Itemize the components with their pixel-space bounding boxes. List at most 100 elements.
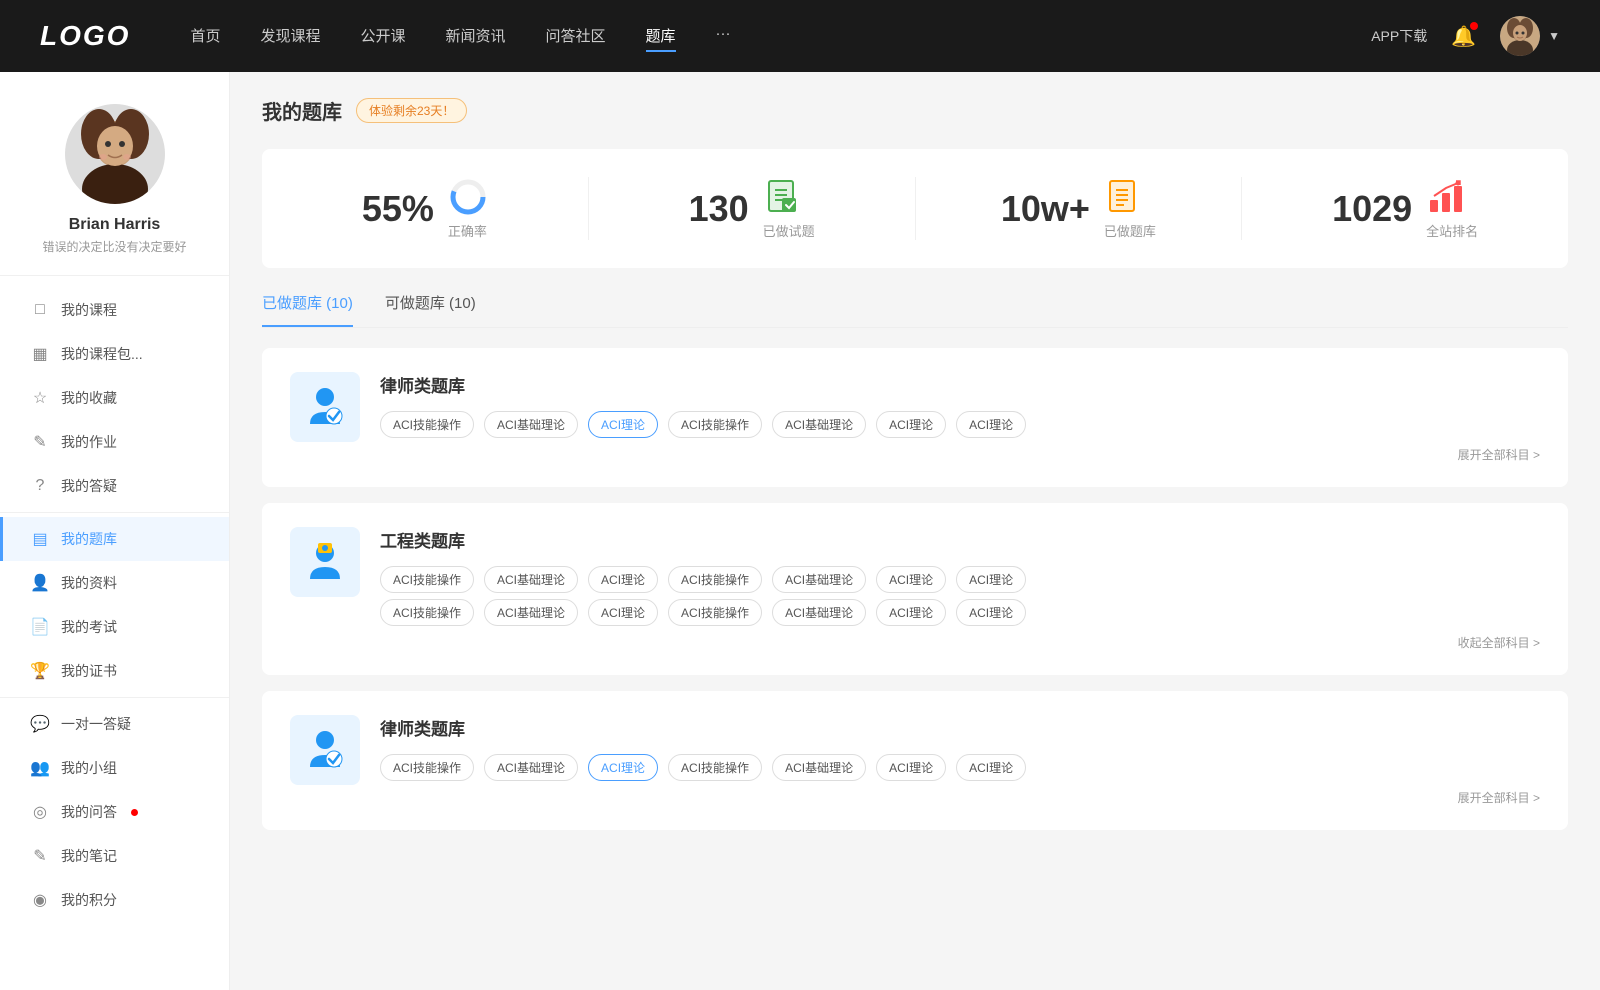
sidebar-item-points[interactable]: ◉ 我的积分: [0, 878, 229, 922]
sidebar-item-profile[interactable]: 👤 我的资料: [0, 561, 229, 605]
nav-questions[interactable]: 题库: [646, 21, 676, 52]
tag-lawyer1-6[interactable]: ACI理论: [956, 411, 1026, 438]
page-header: 我的题库 体验剩余23天！: [262, 96, 1568, 125]
tag-eng-r2-3[interactable]: ACI技能操作: [668, 599, 762, 626]
nav-qa[interactable]: 问答社区: [546, 21, 606, 52]
bank-card-lawyer-1: 律师类题库 ACI技能操作 ACI基础理论 ACI理论 ACI技能操作 ACI基…: [262, 348, 1568, 487]
tag-lawyer2-5[interactable]: ACI理论: [876, 754, 946, 781]
avatar: [1500, 16, 1540, 56]
my-courses-icon: □: [31, 301, 49, 319]
tag-lawyer1-5[interactable]: ACI理论: [876, 411, 946, 438]
bank-content-lawyer-2: 律师类题库 ACI技能操作 ACI基础理论 ACI理论 ACI技能操作 ACI基…: [380, 715, 1540, 806]
tag-eng-r2-6[interactable]: ACI理论: [956, 599, 1026, 626]
tag-lawyer2-4[interactable]: ACI基础理论: [772, 754, 866, 781]
sidebar-item-label: 我的证书: [61, 661, 117, 681]
tag-eng-r2-1[interactable]: ACI基础理论: [484, 599, 578, 626]
done-banks-value: 10w+: [1001, 188, 1090, 230]
user-avatar-menu[interactable]: ▼: [1500, 16, 1560, 56]
tag-eng-4[interactable]: ACI基础理论: [772, 566, 866, 593]
tag-eng-2[interactable]: ACI理论: [588, 566, 658, 593]
done-questions-icon: [763, 177, 803, 217]
notification-bell[interactable]: 🔔: [1451, 24, 1476, 49]
stat-info-banks: 已做题库: [1104, 177, 1156, 240]
collapse-engineer[interactable]: 收起全部科目 >: [380, 634, 1540, 651]
sidebar-item-homework[interactable]: ✎ 我的作业: [0, 420, 229, 464]
bank-card-lawyer-2: 律师类题库 ACI技能操作 ACI基础理论 ACI理论 ACI技能操作 ACI基…: [262, 691, 1568, 830]
sidebar-item-certificate[interactable]: 🏆 我的证书: [0, 649, 229, 693]
sidebar-item-label: 我的答疑: [61, 476, 117, 496]
tag-eng-1[interactable]: ACI基础理论: [484, 566, 578, 593]
stat-rank: 1029 全站排名: [1242, 177, 1568, 240]
sidebar-item-exam[interactable]: 📄 我的考试: [0, 605, 229, 649]
sidebar-item-notes[interactable]: ✎ 我的笔记: [0, 834, 229, 878]
expand-lawyer-1[interactable]: 展开全部科目 >: [380, 446, 1540, 463]
accuracy-value: 55%: [362, 188, 434, 230]
notification-badge: [1470, 22, 1478, 30]
sidebar-item-my-qa[interactable]: ◎ 我的问答: [0, 790, 229, 834]
tag-lawyer1-0[interactable]: ACI技能操作: [380, 411, 474, 438]
sidebar-item-question-bank[interactable]: ▤ 我的题库: [0, 517, 229, 561]
stat-done-banks: 10w+ 已做题库: [916, 177, 1243, 240]
question-bank-tabs: 已做题库 (10) 可做题库 (10): [262, 292, 1568, 328]
sidebar-item-label: 我的资料: [61, 573, 117, 593]
lawyer-bank-icon: [290, 372, 360, 442]
stat-info-rank: 全站排名: [1426, 177, 1478, 240]
tag-lawyer1-2[interactable]: ACI理论: [588, 411, 658, 438]
expand-lawyer-2[interactable]: 展开全部科目 >: [380, 789, 1540, 806]
tag-lawyer2-0[interactable]: ACI技能操作: [380, 754, 474, 781]
tag-lawyer1-4[interactable]: ACI基础理论: [772, 411, 866, 438]
nav-more[interactable]: ···: [716, 21, 731, 52]
nav-discover[interactable]: 发现课程: [260, 21, 320, 52]
accuracy-label: 正确率: [448, 221, 488, 240]
my-qa-icon: ◎: [31, 803, 49, 821]
sidebar-item-label: 一对一答疑: [61, 714, 131, 734]
rank-icon: [1426, 177, 1466, 217]
tag-lawyer2-3[interactable]: ACI技能操作: [668, 754, 762, 781]
sidebar-item-tutor[interactable]: 💬 一对一答疑: [0, 702, 229, 746]
sidebar-item-groups[interactable]: 👥 我的小组: [0, 746, 229, 790]
tab-done-banks[interactable]: 已做题库 (10): [262, 292, 353, 327]
sidebar-item-qa[interactable]: ? 我的答疑: [0, 464, 229, 508]
points-icon: ◉: [31, 891, 49, 909]
sidebar-item-label: 我的作业: [61, 432, 117, 452]
bank-name-engineer: 工程类题库: [380, 527, 1540, 552]
nav-news[interactable]: 新闻资讯: [446, 21, 506, 52]
nav-home[interactable]: 首页: [190, 21, 220, 52]
exam-icon: 📄: [31, 618, 49, 636]
tag-lawyer2-2[interactable]: ACI理论: [588, 754, 658, 781]
sidebar-profile: Brian Harris 错误的决定比没有决定要好: [0, 72, 229, 276]
qa-icon: ?: [31, 477, 49, 495]
tag-eng-r2-0[interactable]: ACI技能操作: [380, 599, 474, 626]
tag-eng-r2-4[interactable]: ACI基础理论: [772, 599, 866, 626]
done-questions-value: 130: [689, 188, 749, 230]
logo: LOGO: [40, 20, 130, 52]
tag-eng-5[interactable]: ACI理论: [876, 566, 946, 593]
notes-icon: ✎: [31, 847, 49, 865]
chevron-down-icon: ▼: [1548, 29, 1560, 43]
groups-icon: 👥: [31, 759, 49, 777]
nav-open-course[interactable]: 公开课: [360, 21, 405, 52]
tag-eng-r2-5[interactable]: ACI理论: [876, 599, 946, 626]
done-questions-label: 已做试题: [763, 221, 815, 240]
tag-lawyer2-1[interactable]: ACI基础理论: [484, 754, 578, 781]
sidebar-item-favorites[interactable]: ☆ 我的收藏: [0, 376, 229, 420]
tag-eng-0[interactable]: ACI技能操作: [380, 566, 474, 593]
tag-lawyer2-6[interactable]: ACI理论: [956, 754, 1026, 781]
tag-eng-6[interactable]: ACI理论: [956, 566, 1026, 593]
tag-eng-3[interactable]: ACI技能操作: [668, 566, 762, 593]
done-banks-icon: [1104, 177, 1144, 217]
engineer-bank-icon: [290, 527, 360, 597]
tag-lawyer1-3[interactable]: ACI技能操作: [668, 411, 762, 438]
question-bank-icon: ▤: [31, 530, 49, 548]
sidebar-divider-1: [0, 512, 229, 513]
tag-eng-r2-2[interactable]: ACI理论: [588, 599, 658, 626]
stat-info-accuracy: 正确率: [448, 177, 488, 240]
sidebar-item-my-courses[interactable]: □ 我的课程: [0, 288, 229, 332]
tag-lawyer1-1[interactable]: ACI基础理论: [484, 411, 578, 438]
tab-available-banks[interactable]: 可做题库 (10): [385, 292, 476, 327]
homework-icon: ✎: [31, 433, 49, 451]
page-title: 我的题库: [262, 96, 342, 125]
sidebar-item-course-package[interactable]: ▦ 我的课程包...: [0, 332, 229, 376]
app-download-button[interactable]: APP下载: [1371, 26, 1427, 46]
sidebar-item-label: 我的课程包...: [61, 344, 143, 364]
